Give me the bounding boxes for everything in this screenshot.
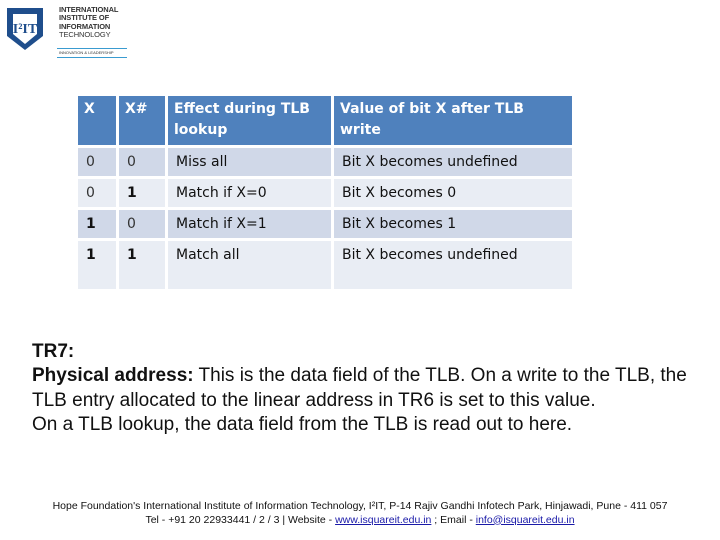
cell-value: Bit X becomes undefined — [334, 241, 572, 289]
logo-mark: I²IT — [13, 22, 38, 37]
shield-logo-icon: I²IT — [7, 8, 43, 50]
cell-x-hash: 0 — [119, 148, 165, 176]
table-row: 1 1 Match all Bit X becomes undefined — [78, 241, 572, 289]
cell-effect: Match if X=1 — [168, 210, 331, 238]
cell-x: 0 — [78, 179, 116, 207]
institute-logo: I²IT INTERNATIONAL INSTITUTE OF INFORMAT… — [2, 2, 130, 60]
table-header-row: X X# Effect during TLB lookup Value of b… — [78, 96, 572, 145]
cell-x: 1 — [78, 210, 116, 238]
paragraph-lookup: On a TLB lookup, the data field from the… — [32, 414, 573, 436]
cell-x-hash: 0 — [119, 210, 165, 238]
footer-tel: Tel - +91 20 22933441 / 2 / 3 | Website … — [145, 513, 336, 526]
cell-x-hash: 1 — [119, 241, 165, 289]
logo-tagline: INNOVATION & LEADERSHIP — [59, 50, 114, 55]
cell-effect: Match if X=0 — [168, 179, 331, 207]
footer-email-label: ; Email - — [431, 513, 476, 526]
cell-value: Bit X becomes undefined — [334, 148, 572, 176]
header-effect: Effect during TLB lookup — [168, 96, 331, 145]
header-value: Value of bit X after TLB write — [334, 96, 572, 145]
section-heading: TR7: — [32, 341, 75, 362]
footer-address: Hope Foundation's International Institut… — [52, 500, 668, 512]
cell-x: 0 — [78, 148, 116, 176]
cell-effect: Match all — [168, 241, 331, 289]
cell-x: 1 — [78, 241, 116, 289]
table-row: 0 0 Miss all Bit X becomes undefined — [78, 148, 572, 176]
tr7-description: TR7: Physical address: This is the data … — [32, 340, 692, 438]
cell-value: Bit X becomes 1 — [334, 210, 572, 238]
term-label: Physical address: — [32, 365, 194, 387]
cell-effect: Miss all — [168, 148, 331, 176]
paragraph-physical-address: Physical address: This is the data field… — [32, 364, 692, 413]
footer: Hope Foundation's International Institut… — [0, 500, 720, 527]
website-link[interactable]: www.isquareit.edu.in — [335, 514, 431, 526]
institute-name: INTERNATIONAL INSTITUTE OF INFORMATION T… — [59, 5, 118, 40]
header-x: X — [78, 96, 116, 145]
table-row: 0 1 Match if X=0 Bit X becomes 0 — [78, 179, 572, 207]
logo-line: TECHNOLOGY — [59, 30, 111, 40]
cell-x-hash: 1 — [119, 179, 165, 207]
table-row: 1 0 Match if X=1 Bit X becomes 1 — [78, 210, 572, 238]
email-link[interactable]: info@isquareit.edu.in — [476, 514, 575, 526]
logo-divider — [57, 57, 127, 58]
tlb-bit-table: X X# Effect during TLB lookup Value of b… — [75, 93, 575, 292]
cell-value: Bit X becomes 0 — [334, 179, 572, 207]
logo-divider — [57, 48, 127, 49]
header-x-hash: X# — [119, 96, 165, 145]
footer-contact: Tel - +91 20 22933441 / 2 / 3 | Website … — [0, 514, 720, 528]
